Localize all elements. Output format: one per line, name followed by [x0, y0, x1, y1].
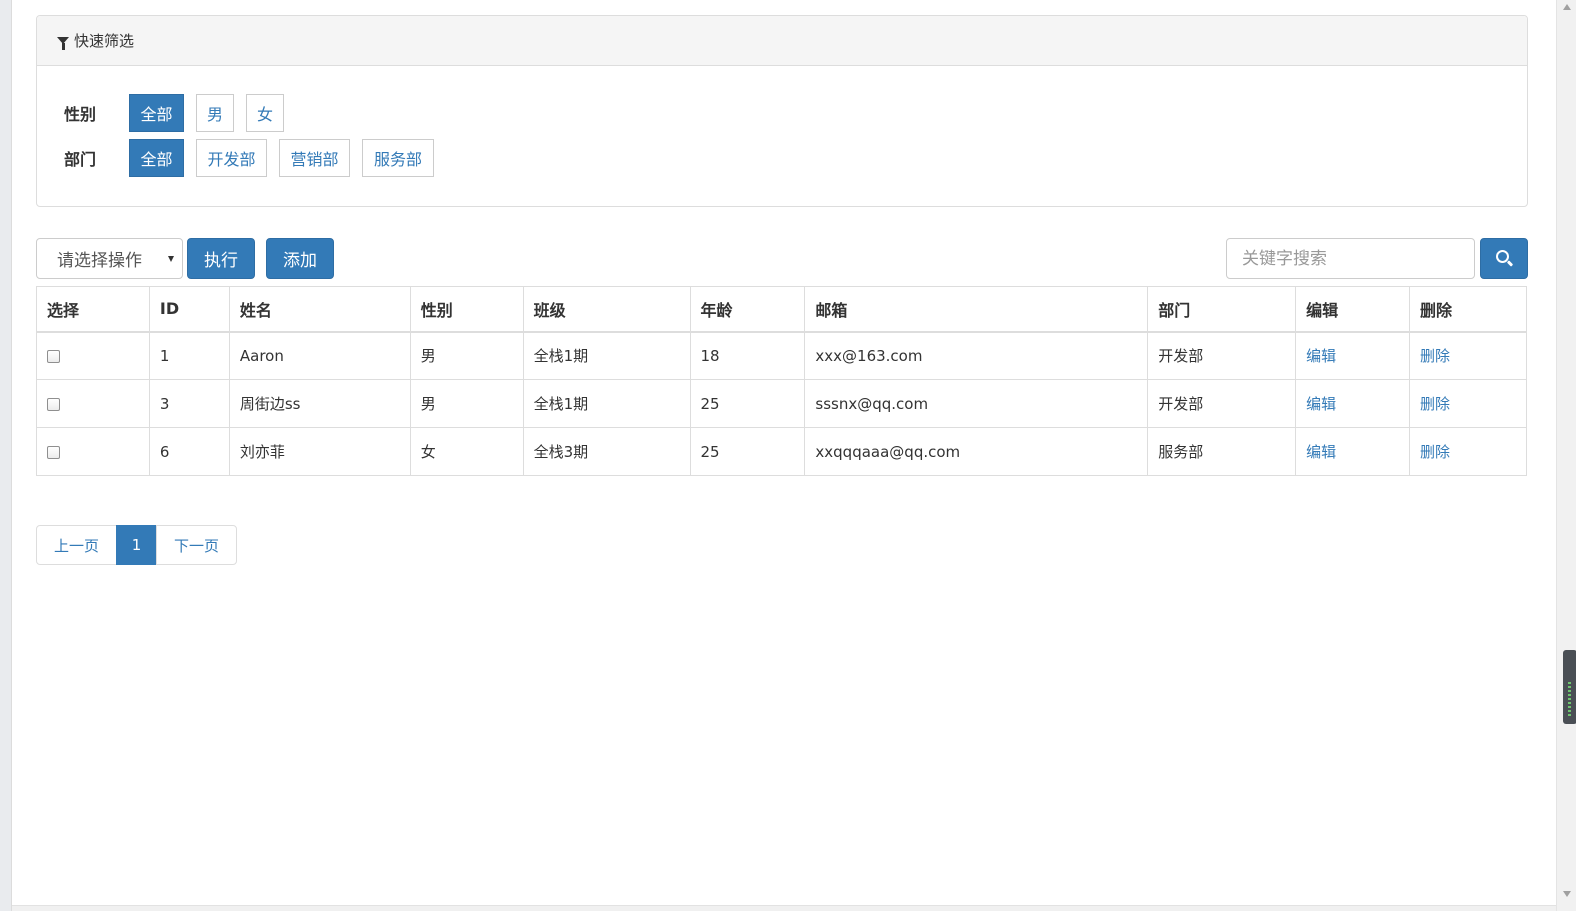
cell-age: 18 — [689, 331, 806, 380]
cell-gender: 男 — [409, 379, 524, 428]
header-department: 部门 — [1147, 286, 1297, 333]
cell-class: 全栈1期 — [522, 331, 691, 380]
gender-option-all[interactable]: 全部 — [129, 94, 184, 132]
search-button[interactable] — [1480, 238, 1528, 279]
cell-name: 周街边ss — [228, 379, 411, 428]
gender-filter-label: 性别 — [64, 105, 97, 124]
gender-option-male[interactable]: 男 — [196, 94, 234, 132]
table-row: 6 刘亦菲 女 全栈3期 25 xxqqqaaa@qq.com 服务部 编辑 删… — [36, 427, 1527, 476]
gender-filter-row: 性别 全部 男 女 — [64, 94, 296, 132]
gender-option-female[interactable]: 女 — [246, 94, 284, 132]
header-email: 邮箱 — [804, 286, 1149, 333]
add-button[interactable]: 添加 — [266, 238, 334, 279]
department-option-service[interactable]: 服务部 — [362, 139, 434, 177]
row-checkbox[interactable] — [47, 445, 60, 459]
search-input[interactable] — [1226, 238, 1475, 279]
header-id: ID — [148, 286, 230, 333]
left-gutter — [0, 0, 12, 911]
cell-department: 服务部 — [1147, 427, 1297, 476]
delete-link[interactable]: 删除 — [1420, 443, 1450, 461]
department-option-dev[interactable]: 开发部 — [196, 139, 267, 177]
edit-link[interactable]: 编辑 — [1306, 347, 1336, 365]
filter-panel-title: 快速筛选 — [74, 32, 135, 50]
prev-page-button[interactable]: 上一页 — [36, 525, 117, 565]
scroll-up-arrow-icon[interactable] — [1563, 4, 1571, 10]
cell-age: 25 — [689, 379, 806, 428]
cell-gender: 女 — [409, 427, 524, 476]
row-checkbox[interactable] — [47, 397, 60, 411]
delete-link[interactable]: 删除 — [1420, 347, 1450, 365]
cell-age: 25 — [689, 427, 806, 476]
cell-class: 全栈3期 — [522, 427, 691, 476]
header-edit: 编辑 — [1295, 286, 1410, 333]
bottom-strip — [12, 905, 1556, 911]
table-header-row: 选择 ID 姓名 性别 班级 年龄 邮箱 部门 编辑 删除 — [36, 286, 1527, 333]
edit-link[interactable]: 编辑 — [1306, 395, 1336, 413]
vertical-scrollbar[interactable] — [1556, 0, 1576, 911]
header-gender: 性别 — [409, 286, 524, 333]
department-option-marketing[interactable]: 营销部 — [279, 139, 350, 177]
table-row: 3 周街边ss 男 全栈1期 25 sssnx@qq.com 开发部 编辑 删除 — [36, 379, 1527, 428]
cell-class: 全栈1期 — [522, 379, 691, 428]
delete-link[interactable]: 删除 — [1420, 395, 1450, 413]
next-page-button[interactable]: 下一页 — [156, 525, 237, 565]
header-delete: 删除 — [1409, 286, 1527, 333]
cell-id: 1 — [148, 331, 230, 380]
header-name: 姓名 — [228, 286, 411, 333]
filter-panel-heading: 快速筛选 — [37, 16, 1527, 66]
department-filter-row: 部门 全部 开发部 营销部 服务部 — [64, 139, 446, 177]
cell-id: 3 — [148, 379, 230, 428]
header-class: 班级 — [522, 286, 691, 333]
scroll-thumb[interactable] — [1563, 650, 1576, 724]
cell-email: xxqqqaaa@qq.com — [804, 427, 1149, 476]
cell-gender: 男 — [409, 331, 524, 380]
department-filter-label: 部门 — [64, 150, 97, 169]
header-select: 选择 — [36, 286, 150, 333]
execute-button[interactable]: 执行 — [187, 238, 255, 279]
caret-down-icon — [168, 256, 174, 262]
page-1-button[interactable]: 1 — [116, 525, 157, 565]
filter-panel: 快速筛选 性别 全部 男 女 部门 全部 开发部 营销部 服务部 — [36, 15, 1528, 207]
pagination: 上一页 1 下一页 — [36, 525, 237, 565]
student-table: 选择 ID 姓名 性别 班级 年龄 邮箱 部门 编辑 删除 1 Aaron 男 … — [36, 286, 1527, 476]
cell-name: Aaron — [228, 331, 411, 380]
table-row: 1 Aaron 男 全栈1期 18 xxx@163.com 开发部 编辑 删除 — [36, 331, 1527, 380]
search-icon — [1496, 250, 1509, 263]
department-option-all[interactable]: 全部 — [129, 139, 184, 177]
cell-department: 开发部 — [1147, 379, 1297, 428]
scroll-down-arrow-icon[interactable] — [1563, 891, 1571, 897]
filter-icon — [57, 37, 69, 50]
cell-email: sssnx@qq.com — [804, 379, 1149, 428]
action-select[interactable]: 请选择操作 — [36, 238, 183, 279]
row-checkbox[interactable] — [47, 349, 60, 363]
cell-id: 6 — [148, 427, 230, 476]
cell-name: 刘亦菲 — [228, 427, 411, 476]
edit-link[interactable]: 编辑 — [1306, 443, 1336, 461]
header-age: 年龄 — [689, 286, 806, 333]
cell-department: 开发部 — [1147, 331, 1297, 380]
cell-email: xxx@163.com — [804, 331, 1149, 380]
action-select-value: 请选择操作 — [57, 251, 142, 271]
